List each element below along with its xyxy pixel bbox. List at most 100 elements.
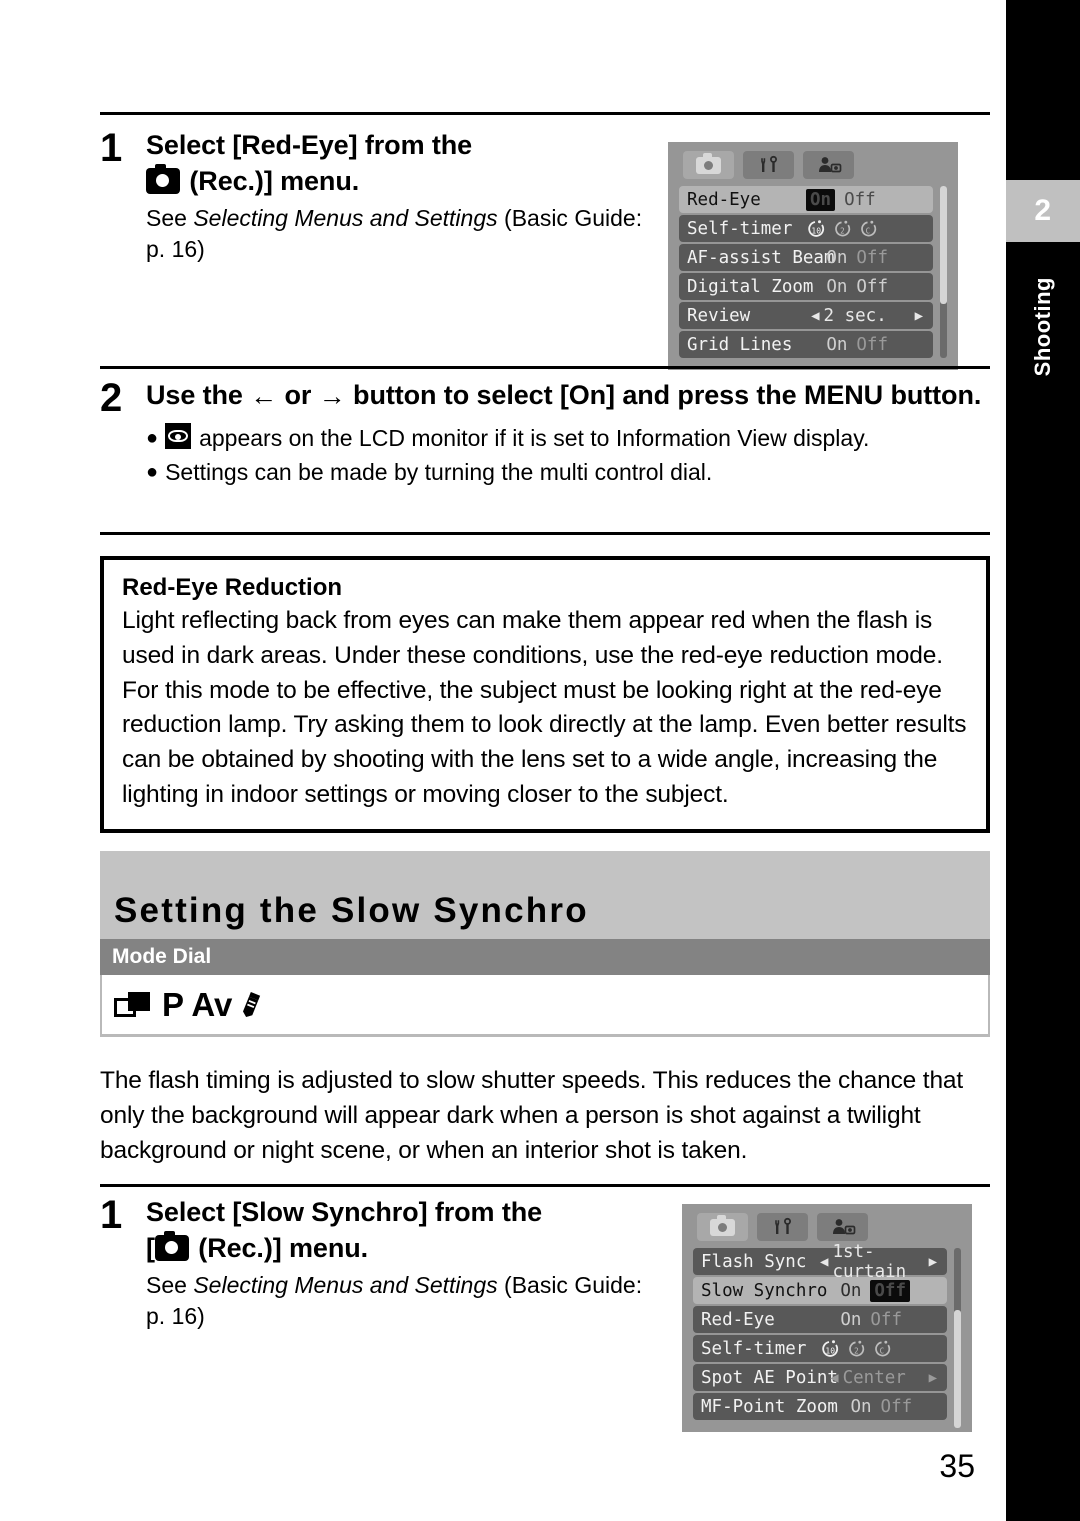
- camera-icon: [710, 1214, 735, 1236]
- svg-text:10: 10: [811, 226, 821, 235]
- lcd-row-slow-synchro[interactable]: Slow Synchro On Off: [693, 1277, 947, 1304]
- camera-icon: [154, 1230, 189, 1261]
- bullet-text: Settings can be made by turning the mult…: [165, 458, 713, 485]
- bullet-dot-icon: ●: [146, 460, 159, 483]
- lcd-value-on[interactable]: On: [850, 1397, 871, 1417]
- lcd-bottom-tab-setup[interactable]: [757, 1213, 808, 1241]
- timer-2s-icon[interactable]: 2: [833, 219, 852, 239]
- chevron-left-icon[interactable]: ◀: [811, 309, 819, 323]
- lcd-spin-control: ◀ 1st-curtain ▶: [820, 1242, 939, 1282]
- lcd-row-label: Review: [687, 305, 751, 326]
- lcd-row-values: 10 2 C: [820, 1339, 939, 1359]
- divider-step3: [100, 1184, 990, 1187]
- lcd-value-on[interactable]: On: [826, 335, 847, 355]
- stitch-front-rect: [128, 991, 150, 1011]
- timer-custom-icon[interactable]: C: [873, 1339, 892, 1359]
- lcd-row-label: Grid Lines: [687, 334, 793, 355]
- step-3-number: 1: [100, 1193, 123, 1237]
- lcd-row-digital-zoom[interactable]: Digital Zoom On Off: [679, 273, 933, 300]
- lcd-row-values: On Off: [850, 1397, 939, 1417]
- lcd-value-on[interactable]: On: [826, 277, 847, 297]
- chapter-label: Shooting: [1006, 252, 1080, 402]
- bullet-text: appears on the LCD monitor if it is set …: [199, 424, 870, 451]
- mode-dial-label: Mode Dial: [112, 945, 212, 968]
- step-2-title: Use the ← or → button to select [On] and…: [146, 378, 990, 414]
- lcd-row-review[interactable]: Review ◀ 2 sec. ▶: [679, 302, 933, 329]
- chevron-left-icon[interactable]: ◀: [830, 1371, 838, 1385]
- red-eye-reduction-box: Red-Eye Reduction Light reflecting back …: [100, 556, 990, 833]
- lcd-spin-control: ◀ 2 sec. ▶: [811, 306, 925, 326]
- list-item: ● appears on the LCD monitor if it is se…: [146, 422, 990, 454]
- lcd-value-off[interactable]: Off: [870, 1279, 910, 1302]
- lcd-value-off[interactable]: Off: [856, 248, 888, 268]
- lcd-row-values: On Off: [840, 1279, 939, 1302]
- step-2-title-part1: Use the: [146, 380, 251, 410]
- timer-10s-icon[interactable]: 10: [806, 219, 826, 239]
- tools-icon: [760, 155, 777, 172]
- lcd-top-tab-setup[interactable]: [743, 151, 794, 179]
- step-3-note-prefix: See: [146, 1272, 194, 1299]
- lcd-row-label: Flash Sync: [701, 1251, 807, 1272]
- timer-10s-icon[interactable]: 10: [820, 1339, 840, 1359]
- step-3-note-italic: Selecting Menus and Settings: [193, 1272, 498, 1299]
- step-1-body: Select [Red-Eye] from the (Rec.)] menu. …: [146, 128, 660, 264]
- svg-text:C: C: [866, 226, 871, 235]
- self-timer-icons: 10 2 C: [806, 219, 878, 239]
- lcd-top-scrollbar[interactable]: [940, 186, 947, 358]
- lcd-value-off[interactable]: Off: [856, 335, 888, 355]
- lcd-row-af-assist-beam[interactable]: AF-assist Beam On Off: [679, 244, 933, 271]
- step-1-number: 1: [100, 126, 123, 170]
- lcd-spin-control: ◀ Center ▶: [830, 1368, 939, 1388]
- chevron-right-icon[interactable]: ▶: [915, 309, 923, 323]
- lcd-value-off[interactable]: Off: [881, 1397, 913, 1417]
- lcd-value-spot-ae-point[interactable]: Center: [843, 1368, 929, 1388]
- lcd-top-rows: Red-Eye On Off Self-timer 10 2 C AF-assi…: [679, 186, 947, 358]
- lcd-value-on[interactable]: On: [806, 188, 836, 211]
- svg-text:10: 10: [825, 1346, 835, 1355]
- step-3-title-line2: (Rec.)] menu.: [190, 1232, 369, 1263]
- mode-dial-icons: P Av: [100, 975, 990, 1037]
- chevron-right-icon[interactable]: ▶: [929, 1255, 937, 1269]
- info-box-text: Light reflecting back from eyes can make…: [122, 607, 967, 808]
- lcd-top-tab-rec[interactable]: [683, 151, 734, 179]
- lcd-value-off[interactable]: Off: [856, 277, 888, 297]
- lcd-row-self-timer[interactable]: Self-timer 10 2 C: [693, 1335, 947, 1362]
- timer-custom-icon[interactable]: C: [859, 219, 878, 239]
- lcd-bottom-scroll-thumb[interactable]: [954, 1310, 961, 1428]
- lcd-bottom-tab-my-camera[interactable]: [817, 1213, 868, 1241]
- step-1-note-italic: Selecting Menus and Settings: [193, 205, 498, 232]
- lcd-row-grid-lines[interactable]: Grid Lines On Off: [679, 331, 933, 358]
- stitch-assist-icon: [114, 991, 152, 1018]
- arrow-right-icon: →: [318, 381, 346, 411]
- lcd-top-scroll-thumb[interactable]: [940, 186, 947, 304]
- lcd-row-values: On Off: [806, 188, 925, 211]
- step-3-note: See Selecting Menus and Settings (Basic …: [146, 1270, 660, 1331]
- lcd-bottom-tab-rec[interactable]: [697, 1213, 748, 1241]
- lcd-row-red-eye[interactable]: Red-Eye On Off: [679, 186, 933, 213]
- lcd-value-off[interactable]: Off: [844, 190, 876, 210]
- section-heading-text: Setting the Slow Synchro: [114, 891, 589, 930]
- lcd-value-on[interactable]: On: [840, 1281, 861, 1301]
- lcd-value-off[interactable]: Off: [870, 1310, 902, 1330]
- lcd-row-red-eye[interactable]: Red-Eye On Off: [693, 1306, 947, 1333]
- lcd-value-on[interactable]: On: [826, 248, 847, 268]
- lcd-top-tab-my-camera[interactable]: [803, 151, 854, 179]
- lcd-value-flash-sync[interactable]: 1st-curtain: [832, 1242, 928, 1282]
- chevron-left-icon[interactable]: ◀: [820, 1255, 828, 1269]
- chevron-right-icon[interactable]: ▶: [929, 1371, 937, 1385]
- lcd-value-review[interactable]: 2 sec.: [824, 306, 915, 326]
- lcd-value-on[interactable]: On: [840, 1310, 861, 1330]
- lcd-row-spot-ae-point[interactable]: Spot AE Point ◀ Center ▶: [693, 1364, 947, 1391]
- lcd-row-flash-sync[interactable]: Flash Sync ◀ 1st-curtain ▶: [693, 1242, 947, 1282]
- lcd-row-mf-point-zoom[interactable]: MF-Point Zoom On Off: [693, 1393, 947, 1420]
- lcd-row-values: On Off: [826, 277, 925, 297]
- step-1-title-line1: Select [Red-Eye] from the: [146, 130, 473, 160]
- step-2-number: 2: [100, 376, 123, 420]
- lcd-bottom-scrollbar[interactable]: [954, 1248, 961, 1428]
- step-2-title-part2: or: [277, 380, 319, 410]
- lcd-row-self-timer[interactable]: Self-timer 10 2 C: [679, 215, 933, 242]
- timer-2s-icon[interactable]: 2: [847, 1339, 866, 1359]
- my-camera-icon: [832, 1219, 855, 1235]
- lcd-row-label: Spot AE Point: [701, 1367, 838, 1388]
- camera-icon: [696, 152, 721, 174]
